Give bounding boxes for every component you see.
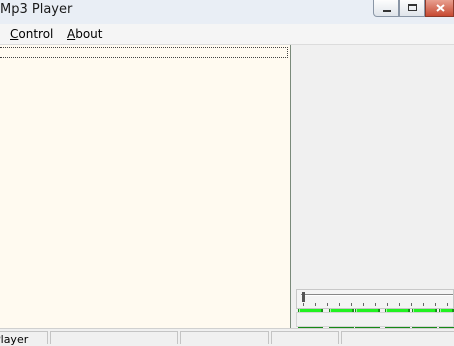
status-pane-5 xyxy=(341,331,454,344)
close-button[interactable] xyxy=(425,0,454,17)
menu-control-label: ontrol xyxy=(18,27,54,41)
menu-bar: Control About xyxy=(0,24,454,45)
status-bar: Player xyxy=(0,328,454,346)
seek-slider[interactable] xyxy=(296,289,454,309)
status-pane-4 xyxy=(271,331,339,344)
seek-track xyxy=(301,294,453,296)
seek-tick xyxy=(351,303,352,306)
seek-tick xyxy=(339,303,340,306)
seek-tick xyxy=(303,303,304,306)
seek-tick xyxy=(399,303,400,306)
seek-tick xyxy=(411,303,412,306)
control-panel: → || |< >| > xyxy=(292,45,454,328)
playlist-focus-row xyxy=(0,47,288,58)
seek-tick xyxy=(423,303,424,306)
minimize-icon xyxy=(383,10,391,12)
menu-about-label: bout xyxy=(75,27,103,41)
seek-tick xyxy=(375,303,376,306)
menu-about[interactable]: About xyxy=(67,27,103,41)
seek-tick xyxy=(387,303,388,306)
status-text-1: Player xyxy=(0,333,29,346)
seek-tick xyxy=(363,303,364,306)
window-title: Mp3 Player xyxy=(0,2,73,17)
status-pane-3 xyxy=(180,331,269,344)
volume-panel xyxy=(296,312,454,327)
close-icon xyxy=(436,4,445,12)
maximize-button[interactable] xyxy=(399,0,425,17)
seek-tick xyxy=(327,303,328,306)
menu-about-mnemonic: A xyxy=(67,27,76,41)
seek-tick xyxy=(447,303,448,306)
seek-thumb[interactable] xyxy=(302,292,305,302)
seek-tick xyxy=(315,303,316,306)
menu-control[interactable]: Control xyxy=(10,27,53,41)
status-pane-1: Player xyxy=(0,331,48,346)
status-pane-2 xyxy=(50,331,178,344)
playlist-box[interactable] xyxy=(0,45,291,328)
maximize-icon xyxy=(408,4,417,11)
seek-tick xyxy=(435,303,436,306)
title-bar[interactable]: Mp3 Player xyxy=(0,0,454,24)
minimize-button[interactable] xyxy=(373,0,399,17)
